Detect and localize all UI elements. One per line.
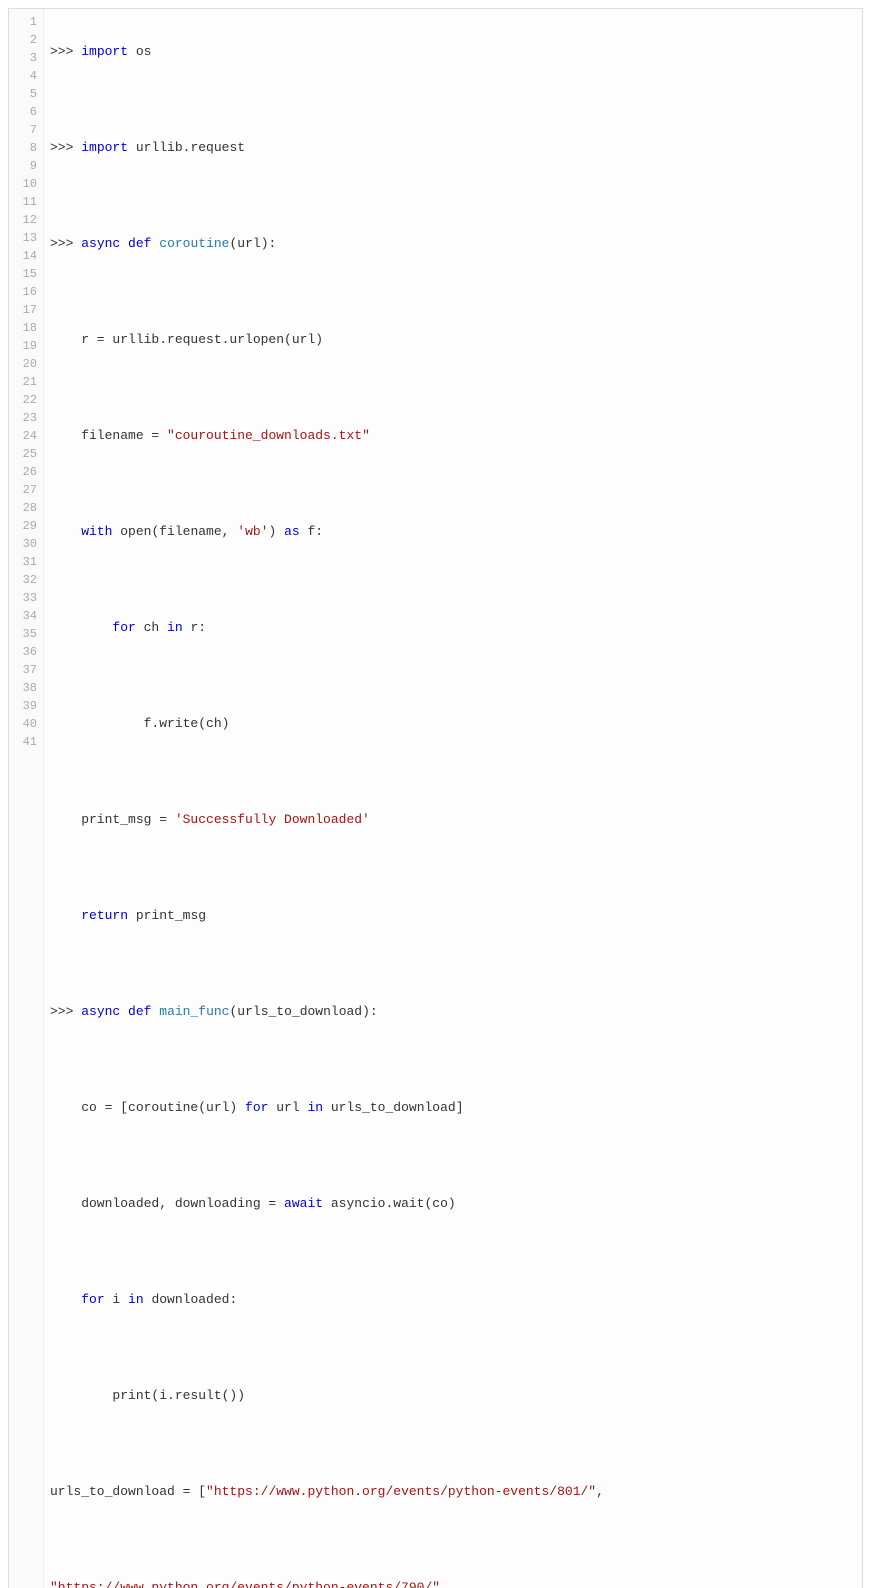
line-number: 3 [9, 49, 43, 67]
code-line [50, 859, 862, 877]
line-number: 15 [9, 265, 43, 283]
line-number: 35 [9, 625, 43, 643]
code-line: urls_to_download = ["https://www.python.… [50, 1483, 862, 1501]
code-line: >>> async def coroutine(url): [50, 235, 862, 253]
line-number: 12 [9, 211, 43, 229]
line-number: 30 [9, 535, 43, 553]
line-number: 11 [9, 193, 43, 211]
code-line [50, 1531, 862, 1549]
code-line: >>> import os [50, 43, 862, 61]
code-content: >>> import os >>> import urllib.request … [44, 9, 862, 1588]
code-line: co = [coroutine(url) for url in urls_to_… [50, 1099, 862, 1117]
code-line: with open(filename, 'wb') as f: [50, 523, 862, 541]
line-number: 26 [9, 463, 43, 481]
code-line [50, 1435, 862, 1453]
code-line: print_msg = 'Successfully Downloaded' [50, 811, 862, 829]
code-line [50, 667, 862, 685]
line-number: 38 [9, 679, 43, 697]
code-line: r = urllib.request.urlopen(url) [50, 331, 862, 349]
line-number: 29 [9, 517, 43, 535]
line-number: 4 [9, 67, 43, 85]
line-number: 16 [9, 283, 43, 301]
code-line [50, 283, 862, 301]
code-line [50, 1243, 862, 1261]
code-line [50, 91, 862, 109]
code-line: for i in downloaded: [50, 1291, 862, 1309]
code-line: filename = "couroutine_downloads.txt" [50, 427, 862, 445]
code-line: print(i.result()) [50, 1387, 862, 1405]
line-number: 22 [9, 391, 43, 409]
line-number: 40 [9, 715, 43, 733]
code-line: downloaded, downloading = await asyncio.… [50, 1195, 862, 1213]
line-number: 2 [9, 31, 43, 49]
line-number-gutter: 1234567891011121314151617181920212223242… [9, 9, 44, 1588]
line-number: 20 [9, 355, 43, 373]
line-number: 7 [9, 121, 43, 139]
code-line: for ch in r: [50, 619, 862, 637]
line-number: 37 [9, 661, 43, 679]
line-number: 6 [9, 103, 43, 121]
line-number: 18 [9, 319, 43, 337]
code-line: "https://www.python.org/events/python-ev… [50, 1579, 862, 1588]
line-number: 23 [9, 409, 43, 427]
line-number: 14 [9, 247, 43, 265]
code-line [50, 955, 862, 973]
line-number: 36 [9, 643, 43, 661]
line-number: 41 [9, 733, 43, 751]
code-line [50, 571, 862, 589]
line-number: 13 [9, 229, 43, 247]
line-number: 24 [9, 427, 43, 445]
line-number: 33 [9, 589, 43, 607]
code-block: 1234567891011121314151617181920212223242… [8, 8, 863, 1588]
code-line [50, 187, 862, 205]
line-number: 27 [9, 481, 43, 499]
code-line [50, 1051, 862, 1069]
line-number: 10 [9, 175, 43, 193]
line-number: 32 [9, 571, 43, 589]
line-number: 8 [9, 139, 43, 157]
code-line [50, 763, 862, 781]
line-number: 1 [9, 13, 43, 31]
code-line: return print_msg [50, 907, 862, 925]
code-line [50, 1147, 862, 1165]
code-line: >>> async def main_func(urls_to_download… [50, 1003, 862, 1021]
line-number: 28 [9, 499, 43, 517]
code-line [50, 475, 862, 493]
line-number: 25 [9, 445, 43, 463]
code-line: f.write(ch) [50, 715, 862, 733]
code-line: >>> import urllib.request [50, 139, 862, 157]
line-number: 9 [9, 157, 43, 175]
code-line [50, 1339, 862, 1357]
line-number: 5 [9, 85, 43, 103]
line-number: 34 [9, 607, 43, 625]
line-number: 17 [9, 301, 43, 319]
line-number: 21 [9, 373, 43, 391]
code-line [50, 379, 862, 397]
line-number: 39 [9, 697, 43, 715]
line-number: 19 [9, 337, 43, 355]
line-number: 31 [9, 553, 43, 571]
